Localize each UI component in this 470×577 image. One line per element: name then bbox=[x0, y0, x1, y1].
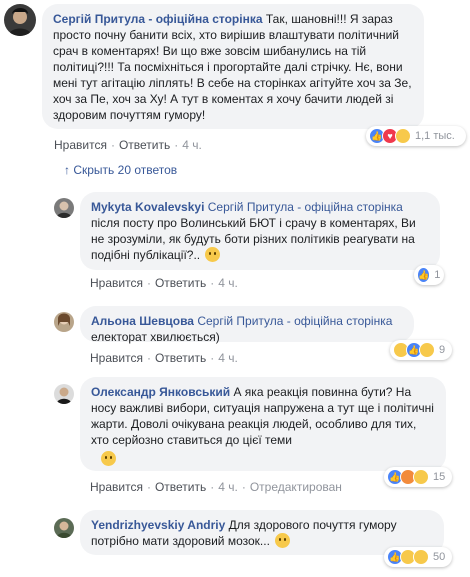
comment-bubble: Олександр Янковський А яка реакція повин… bbox=[80, 377, 446, 471]
reaction-summary[interactable]: 👍 9 bbox=[390, 340, 452, 360]
reaction-summary[interactable]: 👍 1 bbox=[414, 265, 444, 285]
avatar[interactable] bbox=[54, 384, 74, 404]
avatar[interactable] bbox=[4, 4, 36, 36]
comment-text: електорат хвилюється) bbox=[91, 330, 220, 344]
reaction-count: 1 bbox=[434, 269, 441, 281]
comment-actions: Нравится · Ответить · 4 ч. bbox=[90, 351, 238, 365]
smile-emoji-icon bbox=[275, 533, 291, 548]
avatar[interactable] bbox=[54, 198, 74, 218]
comment-actions: Нравится · Ответить · 4 ч. bbox=[90, 276, 238, 290]
tagged-page[interactable]: Сергій Притула - офіційна сторінка bbox=[208, 200, 403, 214]
haha-icon bbox=[395, 128, 411, 144]
like-button[interactable]: Нравится bbox=[54, 138, 107, 152]
wink-emoji-icon bbox=[205, 247, 221, 262]
reaction-summary[interactable]: 👍 15 bbox=[384, 467, 452, 487]
edited-label[interactable]: Отредактирован bbox=[250, 480, 342, 494]
smile-emoji-icon bbox=[101, 451, 116, 466]
reply-button[interactable]: Ответить bbox=[155, 480, 206, 494]
avatar[interactable] bbox=[54, 312, 74, 332]
hide-replies-label: Скрыть 20 ответов bbox=[73, 163, 178, 177]
wow-icon bbox=[413, 549, 429, 565]
timestamp[interactable]: 4 ч. bbox=[218, 351, 238, 365]
reaction-count: 1,1 тыс. bbox=[415, 130, 455, 142]
comment-author[interactable]: Альона Шевцова bbox=[91, 314, 194, 328]
reaction-summary[interactable]: 👍 ♥ 1,1 тыс. bbox=[366, 126, 466, 146]
comment-author[interactable]: Сергій Притула - офіційна сторінка bbox=[53, 12, 263, 26]
comment-author[interactable]: Yendrizhyevskiy Andriy bbox=[91, 518, 225, 532]
reply-button[interactable]: Ответить bbox=[155, 351, 206, 365]
reaction-count: 50 bbox=[433, 551, 446, 563]
comment-bubble: Альона Шевцова Сергій Притула - офіційна… bbox=[80, 306, 414, 344]
comment-author[interactable]: Олександр Янковський bbox=[91, 385, 230, 399]
arrow-up-icon: ↑ bbox=[64, 163, 70, 177]
wow-icon bbox=[419, 342, 435, 358]
comment-bubble: Mykyta Kovalevskyi Сергій Притула - офіц… bbox=[80, 192, 440, 270]
reply-button[interactable]: Ответить bbox=[119, 138, 170, 152]
haha-icon bbox=[413, 469, 429, 485]
comment-text: після посту про Волинський БЮТ і срачу в… bbox=[91, 216, 416, 262]
like-button[interactable]: Нравится bbox=[90, 480, 143, 494]
comment-text: Так, шановні!!! Я зараз просто почну бан… bbox=[53, 12, 412, 122]
reaction-count: 9 bbox=[439, 344, 446, 356]
reaction-summary[interactable]: 👍 50 bbox=[384, 547, 452, 567]
timestamp[interactable]: 4 ч. bbox=[182, 138, 202, 152]
timestamp[interactable]: 4 ч. bbox=[218, 480, 238, 494]
reply-button[interactable]: Ответить bbox=[155, 276, 206, 290]
comment-actions: Нравится · Ответить · 4 ч. · Отредактирован bbox=[90, 480, 342, 494]
avatar[interactable] bbox=[54, 518, 74, 538]
like-button[interactable]: Нравится bbox=[90, 351, 143, 365]
comment-bubble: Сергій Притула - офіційна сторінка Так, … bbox=[42, 4, 424, 129]
comment-author[interactable]: Mykyta Kovalevskyi bbox=[91, 200, 204, 214]
hide-replies-link[interactable]: ↑ Скрыть 20 ответов bbox=[64, 163, 177, 177]
tagged-page[interactable]: Сергій Притула - офіційна сторінка bbox=[197, 314, 392, 328]
timestamp[interactable]: 4 ч. bbox=[218, 276, 238, 290]
like-button[interactable]: Нравится bbox=[90, 276, 143, 290]
like-icon: 👍 bbox=[417, 267, 431, 283]
reaction-count: 15 bbox=[433, 471, 446, 483]
comment-actions: Нравится · Ответить · 4 ч. bbox=[54, 138, 202, 152]
